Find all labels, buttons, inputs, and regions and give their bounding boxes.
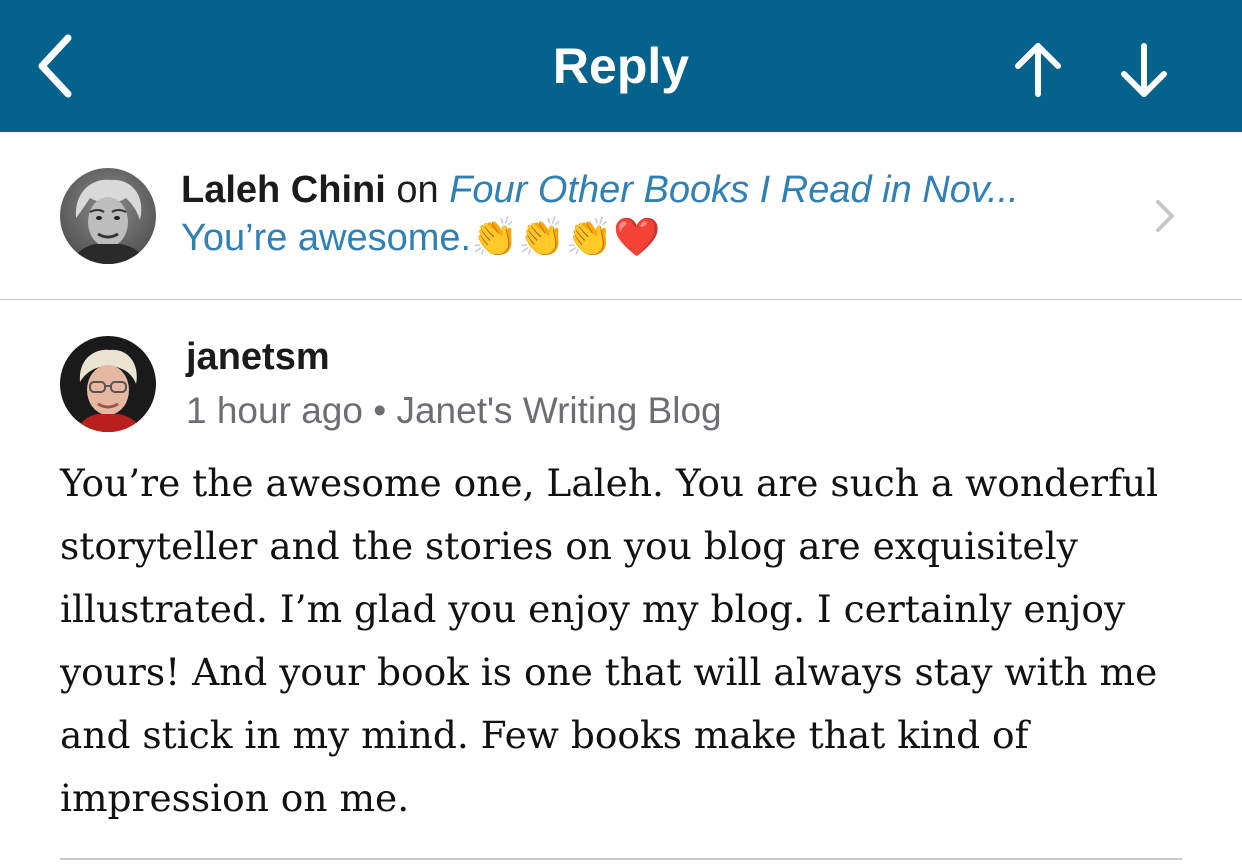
parent-author-avatar: [60, 168, 156, 264]
previous-button[interactable]: [1006, 38, 1070, 102]
header-bar: Reply: [0, 0, 1242, 132]
reply-meta: 1 hour ago • Janet's Writing Blog: [186, 388, 722, 434]
parent-comment-heading: Laleh Chini on Four Other Books I Read i…: [181, 166, 1121, 214]
divider: [0, 299, 1242, 300]
reply-body-text: You’re the awesome one, Laleh. You are s…: [60, 461, 1159, 820]
back-button[interactable]: [28, 30, 88, 102]
clapping-hands-heart-emoji: 👏👏👏❤️: [471, 217, 661, 259]
reply-blog-link[interactable]: Janet's Writing Blog: [396, 390, 721, 431]
arrow-down-icon: [1121, 43, 1167, 97]
next-button[interactable]: [1112, 38, 1176, 102]
chevron-right-icon: [1156, 200, 1174, 232]
parent-post-title-link[interactable]: Four Other Books I Read in Nov...: [449, 169, 1019, 211]
meta-separator: •: [373, 390, 387, 431]
reply-author-avatar[interactable]: [60, 336, 156, 432]
reply-author-name[interactable]: janetsm: [186, 334, 330, 380]
parent-connector: on: [396, 169, 439, 211]
parent-author-name: Laleh Chini: [181, 169, 386, 211]
arrow-up-icon: [1015, 43, 1061, 97]
parent-comment-excerpt: You’re awesome.: [181, 217, 472, 259]
open-parent-comment-button[interactable]: [1148, 196, 1180, 236]
chevron-left-icon: [38, 34, 72, 98]
reply-timestamp: 1 hour ago: [186, 390, 363, 431]
divider: [60, 858, 1182, 860]
parent-comment-excerpt-line: You’re awesome.👏👏👏❤️: [181, 214, 660, 262]
